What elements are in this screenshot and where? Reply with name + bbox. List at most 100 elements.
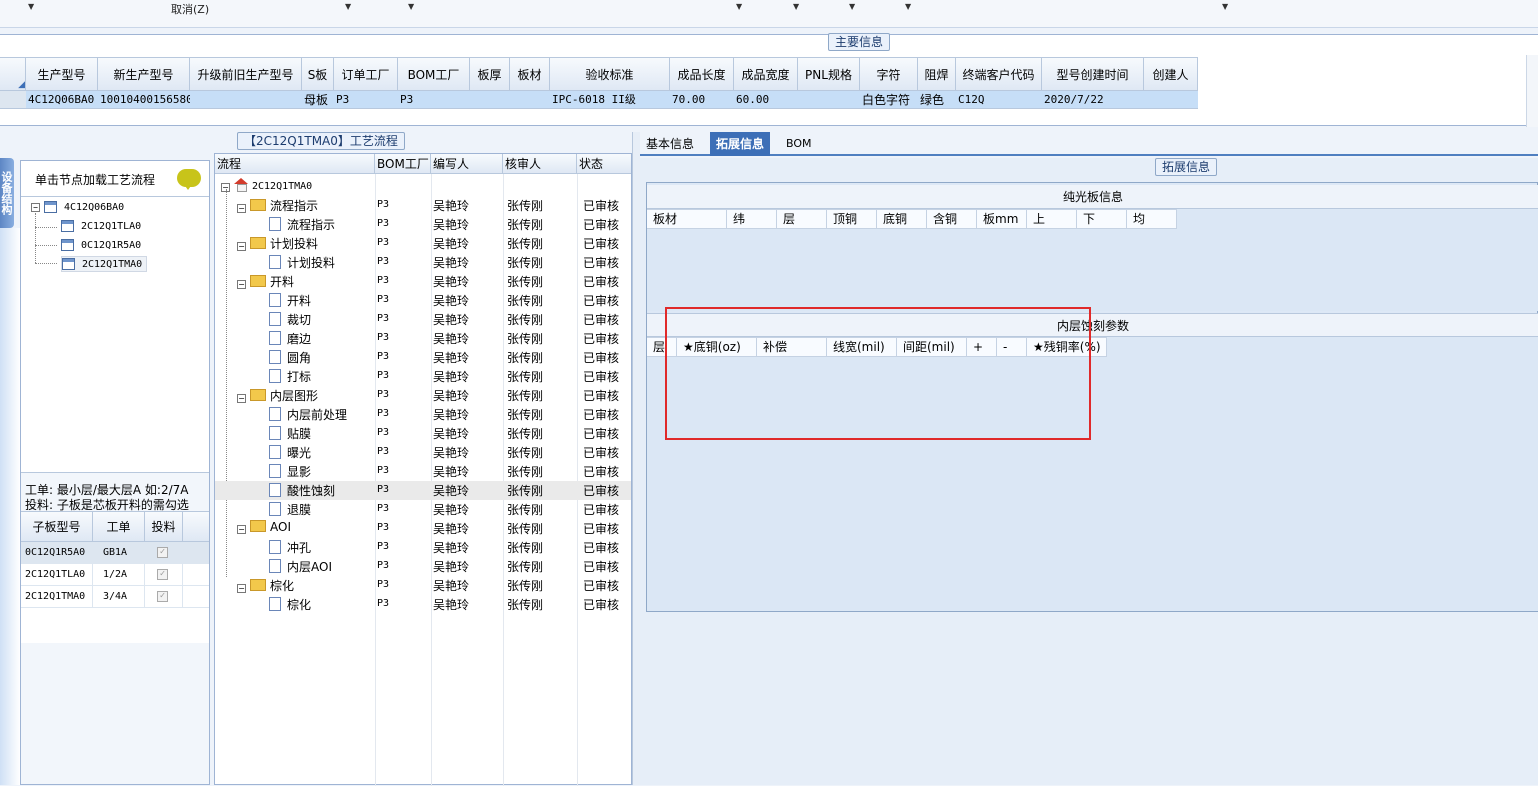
dropdown-arrow-icon[interactable]: ▼ [736,2,742,11]
flow-step[interactable]: 贴膜 P3 吴艳玲 张传刚 已审核 [215,424,631,443]
col-header[interactable]: BOM工厂 [375,154,431,173]
flow-step[interactable]: 圆角 P3 吴艳玲 张传刚 已审核 [215,348,631,367]
collapse-icon[interactable]: − [237,280,246,289]
col-header[interactable]: 成品长度 [670,58,734,90]
flow-step[interactable]: 流程指示 P3 吴艳玲 张传刚 已审核 [215,215,631,234]
table-cell[interactable] [798,91,860,108]
table-cell[interactable]: 60.00 [734,91,798,108]
col-header[interactable]: 订单工厂 [334,58,398,90]
col-header[interactable]: 层 [777,209,827,229]
panel-splitter[interactable] [632,132,640,785]
col-header[interactable]: 升级前旧生产型号 [190,58,302,90]
tree-node-root[interactable]: − 4C12Q06BA0 [31,199,124,215]
checkbox[interactable]: ✓ [157,547,168,558]
flow-step-group[interactable]: − 棕化 P3 吴艳玲 张传刚 已审核 [215,576,631,595]
flow-step[interactable]: 退膜 P3 吴艳玲 张传刚 已审核 [215,500,631,519]
col-header[interactable]: 纬 [727,209,777,229]
col-header[interactable]: PNL规格 [798,58,860,90]
col-header[interactable]: 核审人 [503,154,577,173]
tree-node-selected[interactable]: 2C12Q1TMA0 [61,256,148,272]
flow-step-group[interactable]: − 开料 P3 吴艳玲 张传刚 已审核 [215,272,631,291]
table-cell[interactable]: GB1A [93,542,145,563]
table-cell[interactable]: 2020/7/22 [1042,91,1144,108]
flow-step-group[interactable]: − 内层图形 P3 吴艳玲 张传刚 已审核 [215,386,631,405]
collapse-icon[interactable]: − [237,204,246,213]
table-cell[interactable]: 70.00 [670,91,734,108]
tab-bom[interactable]: BOM [780,132,818,156]
table-cell[interactable]: ✓ [145,564,183,585]
col-header[interactable]: 终端客户代码 [956,58,1042,90]
tree-node[interactable]: 0C12Q1R5A0 [61,237,141,253]
col-header[interactable]: 流程 [215,154,375,173]
tree-node[interactable]: 2C12Q1TLA0 [61,218,141,234]
tab-extended-info[interactable]: 拓展信息 [710,132,771,156]
col-header[interactable]: 阻焊 [918,58,956,90]
flow-step[interactable]: 磨边 P3 吴艳玲 张传刚 已审核 [215,329,631,348]
flow-step[interactable]: 酸性蚀刻 P3 吴艳玲 张传刚 已审核 [215,481,631,500]
table-cell[interactable]: 绿色 [918,91,956,108]
dropdown-arrow-icon[interactable]: ▼ [905,2,911,11]
checkbox[interactable]: ✓ [157,591,168,602]
col-header[interactable]: 创建人 [1144,58,1198,90]
collapse-icon[interactable]: − [237,394,246,403]
table-cell[interactable]: 母板 [302,91,334,108]
flow-step[interactable]: 显影 P3 吴艳玲 张传刚 已审核 [215,462,631,481]
table-row[interactable]: 2C12Q1TLA0 1/2A ✓ [21,564,209,586]
table-cell[interactable]: 1/2A [93,564,145,585]
flow-step[interactable]: 内层AOI P3 吴艳玲 张传刚 已审核 [215,557,631,576]
dropdown-arrow-icon[interactable]: ▼ [345,2,351,11]
dropdown-arrow-icon[interactable]: ▼ [28,2,34,11]
flow-step[interactable]: 开料 P3 吴艳玲 张传刚 已审核 [215,291,631,310]
col-header[interactable]: 均 [1127,209,1177,229]
col-header[interactable]: 含铜 [927,209,977,229]
tree-node-root[interactable]: −2C12Q1TMA0 [215,177,631,196]
col-header[interactable]: 型号创建时间 [1042,58,1144,90]
table-cell[interactable]: 2C12Q1TMA0 [21,586,93,607]
flow-step[interactable]: 打标 P3 吴艳玲 张传刚 已审核 [215,367,631,386]
table-cell[interactable]: P3 [398,91,470,108]
flow-step[interactable]: 计划投料 P3 吴艳玲 张传刚 已审核 [215,253,631,272]
cancel-button[interactable]: 取消(Z) [171,1,209,17]
flow-step[interactable]: 曝光 P3 吴艳玲 张传刚 已审核 [215,443,631,462]
col-header[interactable]: 编写人 [431,154,503,173]
col-header[interactable]: 板厚 [470,58,510,90]
table-cell[interactable]: 白色字符 [860,91,918,108]
table-cell[interactable]: ✓ [145,586,183,607]
table-cell[interactable] [510,91,550,108]
col-header[interactable]: 新生产型号 [98,58,190,90]
row-indicator[interactable] [0,91,26,108]
table-cell[interactable]: 3/4A [93,586,145,607]
table-cell[interactable]: 4C12Q06BA0 [26,91,98,108]
dropdown-arrow-icon[interactable]: ▼ [1222,2,1228,11]
collapse-icon[interactable]: − [237,584,246,593]
col-header[interactable]: 验收标准 [550,58,670,90]
col-header[interactable]: 板材 [647,209,727,229]
flow-step[interactable]: 冲孔 P3 吴艳玲 张传刚 已审核 [215,538,631,557]
col-header[interactable]: 板材 [510,58,550,90]
dropdown-arrow-icon[interactable]: ▼ [849,2,855,11]
table-cell[interactable]: P3 [334,91,398,108]
table-cell[interactable] [190,91,302,108]
flow-step[interactable]: 裁切 P3 吴艳玲 张传刚 已审核 [215,310,631,329]
col-header[interactable]: 顶铜 [827,209,877,229]
vertical-scrollbar[interactable] [1526,55,1538,127]
col-header[interactable]: S板 [302,58,334,90]
table-cell[interactable] [470,91,510,108]
col-header[interactable]: 生产型号 [26,58,98,90]
col-header[interactable]: 底铜 [877,209,927,229]
checkbox[interactable]: ✓ [157,569,168,580]
table-cell[interactable] [1144,91,1198,108]
col-header[interactable]: BOM工厂 [398,58,470,90]
collapse-icon[interactable]: − [31,202,40,212]
table-cell[interactable]: 2C12Q1TLA0 [21,564,93,585]
table-cell[interactable]: IPC-6018 II级 [550,91,670,108]
collapse-icon[interactable]: − [237,525,246,534]
col-header[interactable]: 状态 [577,154,631,173]
col-header[interactable]: 子板型号 [21,512,93,541]
col-header[interactable]: 成品宽度 [734,58,798,90]
flow-step[interactable]: 棕化 P3 吴艳玲 张传刚 已审核 [215,595,631,614]
flow-step-group[interactable]: − AOI P3 吴艳玲 张传刚 已审核 [215,519,631,538]
collapse-icon[interactable]: − [237,242,246,251]
dropdown-arrow-icon[interactable]: ▼ [408,2,414,11]
tab-basic-info[interactable]: 基本信息 [640,132,700,156]
